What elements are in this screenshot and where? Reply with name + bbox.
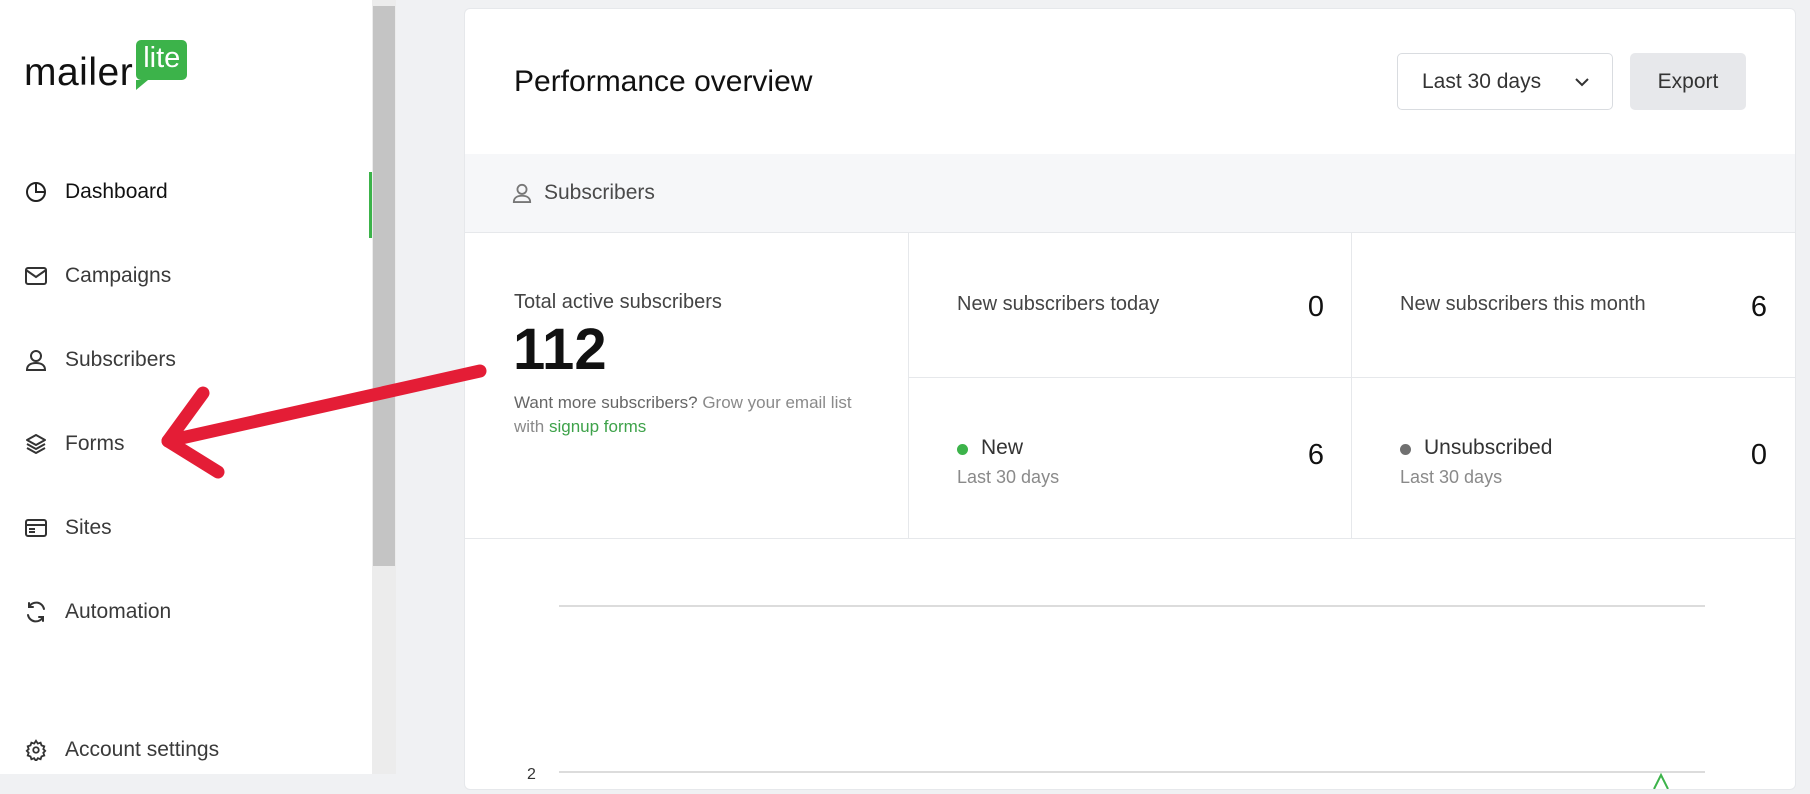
sidebar-item-forms[interactable]: Forms (0, 414, 372, 474)
layers-icon (24, 432, 48, 456)
envelope-icon (24, 264, 48, 288)
user-icon (24, 348, 48, 372)
user-icon (512, 183, 532, 208)
sidebar-item-sites[interactable]: Sites (0, 498, 372, 558)
sidebar-item-automation[interactable]: Automation (0, 582, 372, 642)
unsubscribed-period-label: Last 30 days (1400, 467, 1503, 487)
logo-badge: lite (136, 40, 188, 90)
performance-card: Performance overview Last 30 days Export… (464, 8, 1796, 790)
sidebar-item-account-settings[interactable]: Account settings (0, 720, 372, 780)
pie-chart-icon (24, 180, 48, 204)
date-range-label: Last 30 days (1422, 69, 1542, 93)
new-today-value: 0 (1307, 291, 1324, 323)
hint-question: Want more subscribers? (514, 393, 698, 412)
subscribers-section-header: Subscribers (465, 154, 1795, 233)
sidebar-item-label: Sites (65, 516, 112, 539)
card-header: Performance overview Last 30 days Export (465, 9, 1795, 155)
divider (908, 233, 909, 538)
export-button[interactable]: Export (1630, 53, 1746, 110)
subscriber-stats: Total active subscribers 112 Want more s… (465, 233, 1795, 539)
new-this-month-value: 6 (1750, 291, 1767, 323)
new-label: New (981, 436, 1024, 459)
new-this-month-label: New subscribers this month (1400, 293, 1646, 315)
unsubscribed-status-dot (1400, 444, 1411, 455)
y-tick-label: 2 (527, 766, 536, 783)
sidebar-item-label: Dashboard (65, 180, 168, 203)
divider (908, 377, 1795, 378)
grow-list-hint: Want more subscribers? Grow your email l… (514, 391, 854, 439)
divider (1351, 233, 1352, 538)
new-status-dot (957, 444, 968, 455)
chevron-down-icon (1574, 74, 1590, 92)
sidebar-item-label: Subscribers (65, 348, 176, 371)
new-today-label: New subscribers today (957, 293, 1160, 315)
page-title: Performance overview (514, 65, 813, 98)
gear-icon (24, 738, 48, 762)
sidebar-scrollbar-thumb[interactable] (373, 6, 395, 566)
new-value: 6 (1307, 439, 1324, 471)
unsubscribed-label: Unsubscribed (1424, 436, 1553, 459)
browser-window-icon (24, 516, 48, 540)
sidebar: mailer lite Dashboard Campaigns Subscrib… (0, 0, 372, 774)
sidebar-item-dashboard[interactable]: Dashboard (0, 162, 372, 238)
series-line (1653, 772, 1669, 790)
refresh-icon (24, 600, 48, 624)
unsubscribed-value: 0 (1750, 439, 1767, 471)
signup-forms-link[interactable]: signup forms (549, 417, 646, 436)
total-subscribers-label: Total active subscribers (514, 291, 722, 313)
sidebar-item-label: Campaigns (65, 264, 172, 287)
sidebar-item-label: Automation (65, 600, 172, 623)
new-period-label: Last 30 days (957, 467, 1060, 487)
sidebar-item-label: Account settings (65, 738, 220, 761)
logo-text: mailer (24, 51, 134, 94)
total-subscribers-value: 112 (513, 317, 607, 382)
sidebar-item-label: Forms (65, 432, 125, 455)
sidebar-item-campaigns[interactable]: Campaigns (0, 246, 372, 306)
mailerlite-logo[interactable]: mailer lite (24, 40, 188, 94)
sidebar-item-subscribers[interactable]: Subscribers (0, 330, 372, 390)
section-label: Subscribers (544, 181, 655, 204)
date-range-dropdown[interactable]: Last 30 days (1397, 53, 1613, 110)
subscribers-chart: 2 (465, 539, 1795, 790)
